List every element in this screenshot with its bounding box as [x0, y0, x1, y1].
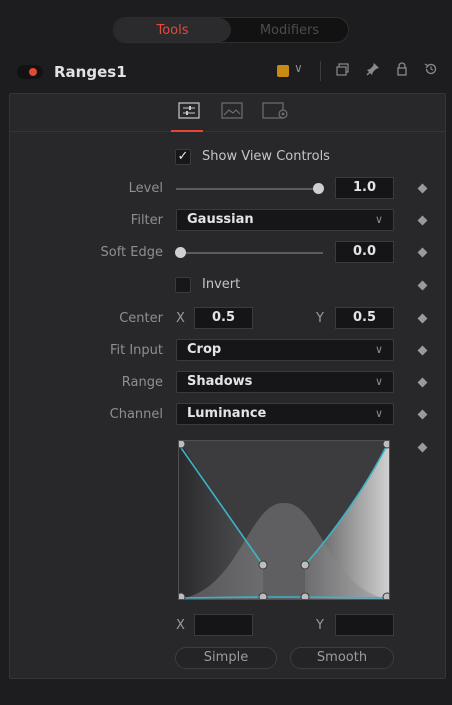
chevron-down-icon: ∨	[374, 343, 383, 356]
soft-edge-row: Soft Edge 0.0	[10, 241, 445, 265]
chevron-down-icon: ∨	[374, 407, 383, 420]
curve-keyframe-icon[interactable]	[417, 442, 428, 453]
color-swatch[interactable]	[277, 65, 289, 77]
tool-tabs: Tools Modifiers	[113, 17, 349, 43]
level-label: Level	[128, 181, 163, 196]
simple-button[interactable]: Simple	[175, 647, 277, 669]
soft-edge-slider[interactable]	[176, 252, 323, 254]
filter-value: Gaussian	[187, 212, 254, 227]
lock-icon[interactable]	[392, 61, 412, 81]
soft-edge-slider-knob[interactable]	[175, 247, 186, 258]
tab-modifiers[interactable]: Modifiers	[231, 18, 348, 42]
fit-input-value: Crop	[187, 342, 222, 357]
curve-x-label: X	[176, 618, 185, 633]
range-value: Shadows	[187, 374, 253, 389]
invert-row: Invert	[10, 274, 445, 298]
channel-dropdown[interactable]: Luminance ∨	[176, 403, 394, 425]
fit-input-row: Fit Input Crop ∨	[10, 339, 445, 363]
fit-input-label: Fit Input	[109, 343, 163, 358]
subtab-bar	[10, 94, 445, 132]
curve-y-field[interactable]	[335, 614, 394, 636]
reset-icon[interactable]	[421, 61, 441, 81]
inspector-panel: ✓ Show View Controls Level 1.0 Filter Ga…	[9, 93, 446, 679]
center-keyframe-icon[interactable]	[417, 313, 428, 324]
center-label: Center	[119, 311, 163, 326]
smooth-button[interactable]: Smooth	[290, 647, 394, 669]
chevron-down-icon[interactable]: ∨	[294, 61, 303, 75]
center-x-field[interactable]: 0.5	[194, 307, 253, 329]
channel-keyframe-icon[interactable]	[417, 409, 428, 420]
filter-dropdown[interactable]: Gaussian ∨	[176, 209, 394, 231]
tool-name: Ranges1	[54, 63, 127, 81]
fit-input-dropdown[interactable]: Crop ∨	[176, 339, 394, 361]
center-y-label: Y	[316, 311, 324, 326]
soft-edge-label: Soft Edge	[100, 245, 164, 260]
center-y-field[interactable]: 0.5	[335, 307, 394, 329]
range-keyframe-icon[interactable]	[417, 377, 428, 388]
tab-tools[interactable]: Tools	[114, 18, 231, 42]
settings-tab-icon[interactable]	[262, 102, 288, 119]
tool-header: Ranges1 ∨	[0, 57, 452, 87]
divider	[320, 61, 321, 81]
curve-x-field[interactable]	[194, 614, 253, 636]
filter-label: Filter	[130, 213, 163, 228]
active-subtab-indicator	[171, 130, 203, 132]
invert-checkbox[interactable]	[175, 277, 191, 293]
show-view-controls-checkbox[interactable]: ✓	[175, 149, 191, 165]
range-dropdown[interactable]: Shadows ∨	[176, 371, 394, 393]
layers-icon[interactable]	[333, 61, 353, 81]
center-row: Center X 0.5 Y 0.5	[10, 307, 445, 331]
tool-enable-toggle[interactable]	[17, 65, 43, 79]
fit-input-keyframe-icon[interactable]	[417, 345, 428, 356]
show-view-controls-row: ✓ Show View Controls	[10, 146, 445, 170]
pin-icon[interactable]	[363, 61, 383, 81]
chevron-down-icon: ∨	[374, 213, 383, 226]
filter-row: Filter Gaussian ∨	[10, 209, 445, 233]
center-x-label: X	[176, 311, 185, 326]
channel-value: Luminance	[187, 406, 267, 421]
controls-tab-icon[interactable]	[178, 102, 200, 119]
curve-y-label: Y	[316, 618, 324, 633]
level-slider[interactable]	[176, 188, 319, 190]
level-slider-knob[interactable]	[313, 183, 324, 194]
channel-row: Channel Luminance ∨	[10, 403, 445, 427]
chevron-down-icon: ∨	[374, 375, 383, 388]
invert-keyframe-icon[interactable]	[417, 280, 428, 291]
invert-label: Invert	[202, 277, 241, 292]
soft-edge-value-field[interactable]: 0.0	[335, 241, 394, 263]
range-label: Range	[121, 375, 163, 390]
curve-point-row: X Y	[10, 614, 445, 638]
level-value-field[interactable]: 1.0	[335, 177, 394, 199]
show-view-controls-label: Show View Controls	[202, 149, 330, 164]
channel-label: Channel	[109, 407, 163, 422]
level-keyframe-icon[interactable]	[417, 183, 428, 194]
range-curve-editor[interactable]	[178, 440, 390, 600]
filter-keyframe-icon[interactable]	[417, 215, 428, 226]
image-tab-icon[interactable]	[221, 102, 243, 119]
soft-edge-keyframe-icon[interactable]	[417, 247, 428, 258]
level-row: Level 1.0	[10, 177, 445, 201]
range-row: Range Shadows ∨	[10, 371, 445, 395]
